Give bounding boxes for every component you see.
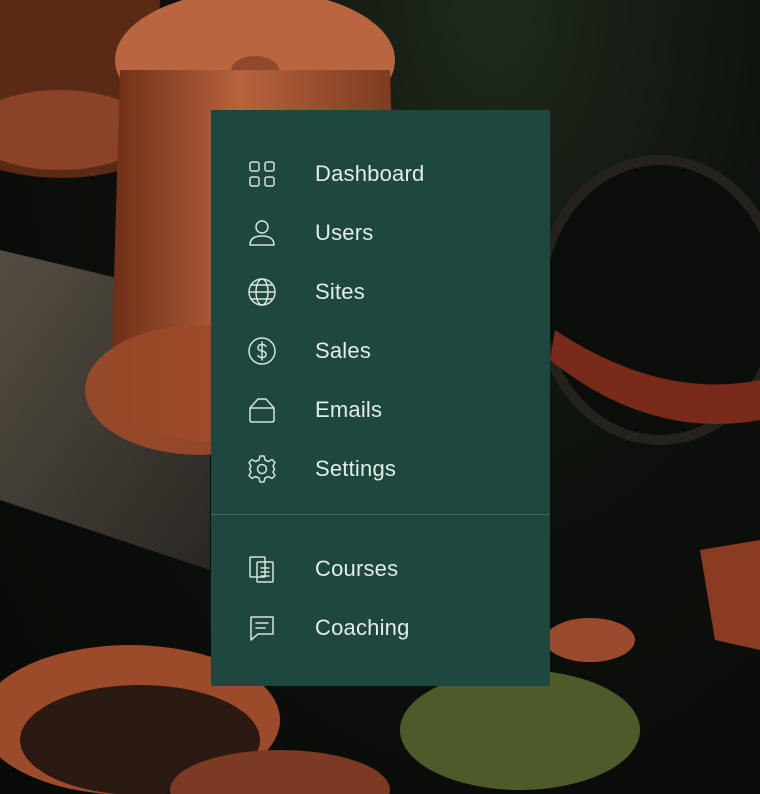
gear-icon: [245, 452, 279, 486]
inbox-icon: [245, 393, 279, 427]
chat-icon: [245, 611, 279, 645]
sidebar-menu: Dashboard Users Sites Sales Emails Setti…: [211, 110, 550, 686]
dollar-circle-icon: [245, 334, 279, 368]
grid-icon: [245, 157, 279, 191]
user-icon: [245, 216, 279, 250]
nav-item-users[interactable]: Users: [211, 203, 550, 262]
nav-item-sales[interactable]: Sales: [211, 321, 550, 380]
secondary-nav: Courses Coaching: [211, 515, 550, 657]
nav-item-courses[interactable]: Courses: [211, 539, 550, 598]
nav-item-label: Courses: [315, 555, 399, 581]
primary-nav: Dashboard Users Sites Sales Emails Setti…: [211, 110, 550, 498]
nav-item-label: Dashboard: [315, 160, 425, 186]
nav-item-label: Users: [315, 219, 374, 245]
documents-icon: [245, 552, 279, 586]
nav-item-settings[interactable]: Settings: [211, 439, 550, 498]
nav-item-emails[interactable]: Emails: [211, 380, 550, 439]
nav-item-label: Sites: [315, 278, 365, 304]
nav-item-coaching[interactable]: Coaching: [211, 598, 550, 657]
globe-icon: [245, 275, 279, 309]
nav-item-sites[interactable]: Sites: [211, 262, 550, 321]
nav-item-dashboard[interactable]: Dashboard: [211, 144, 550, 203]
nav-item-label: Settings: [315, 455, 397, 481]
nav-item-label: Emails: [315, 396, 383, 422]
nav-item-label: Sales: [315, 337, 372, 363]
nav-item-label: Coaching: [315, 614, 410, 640]
